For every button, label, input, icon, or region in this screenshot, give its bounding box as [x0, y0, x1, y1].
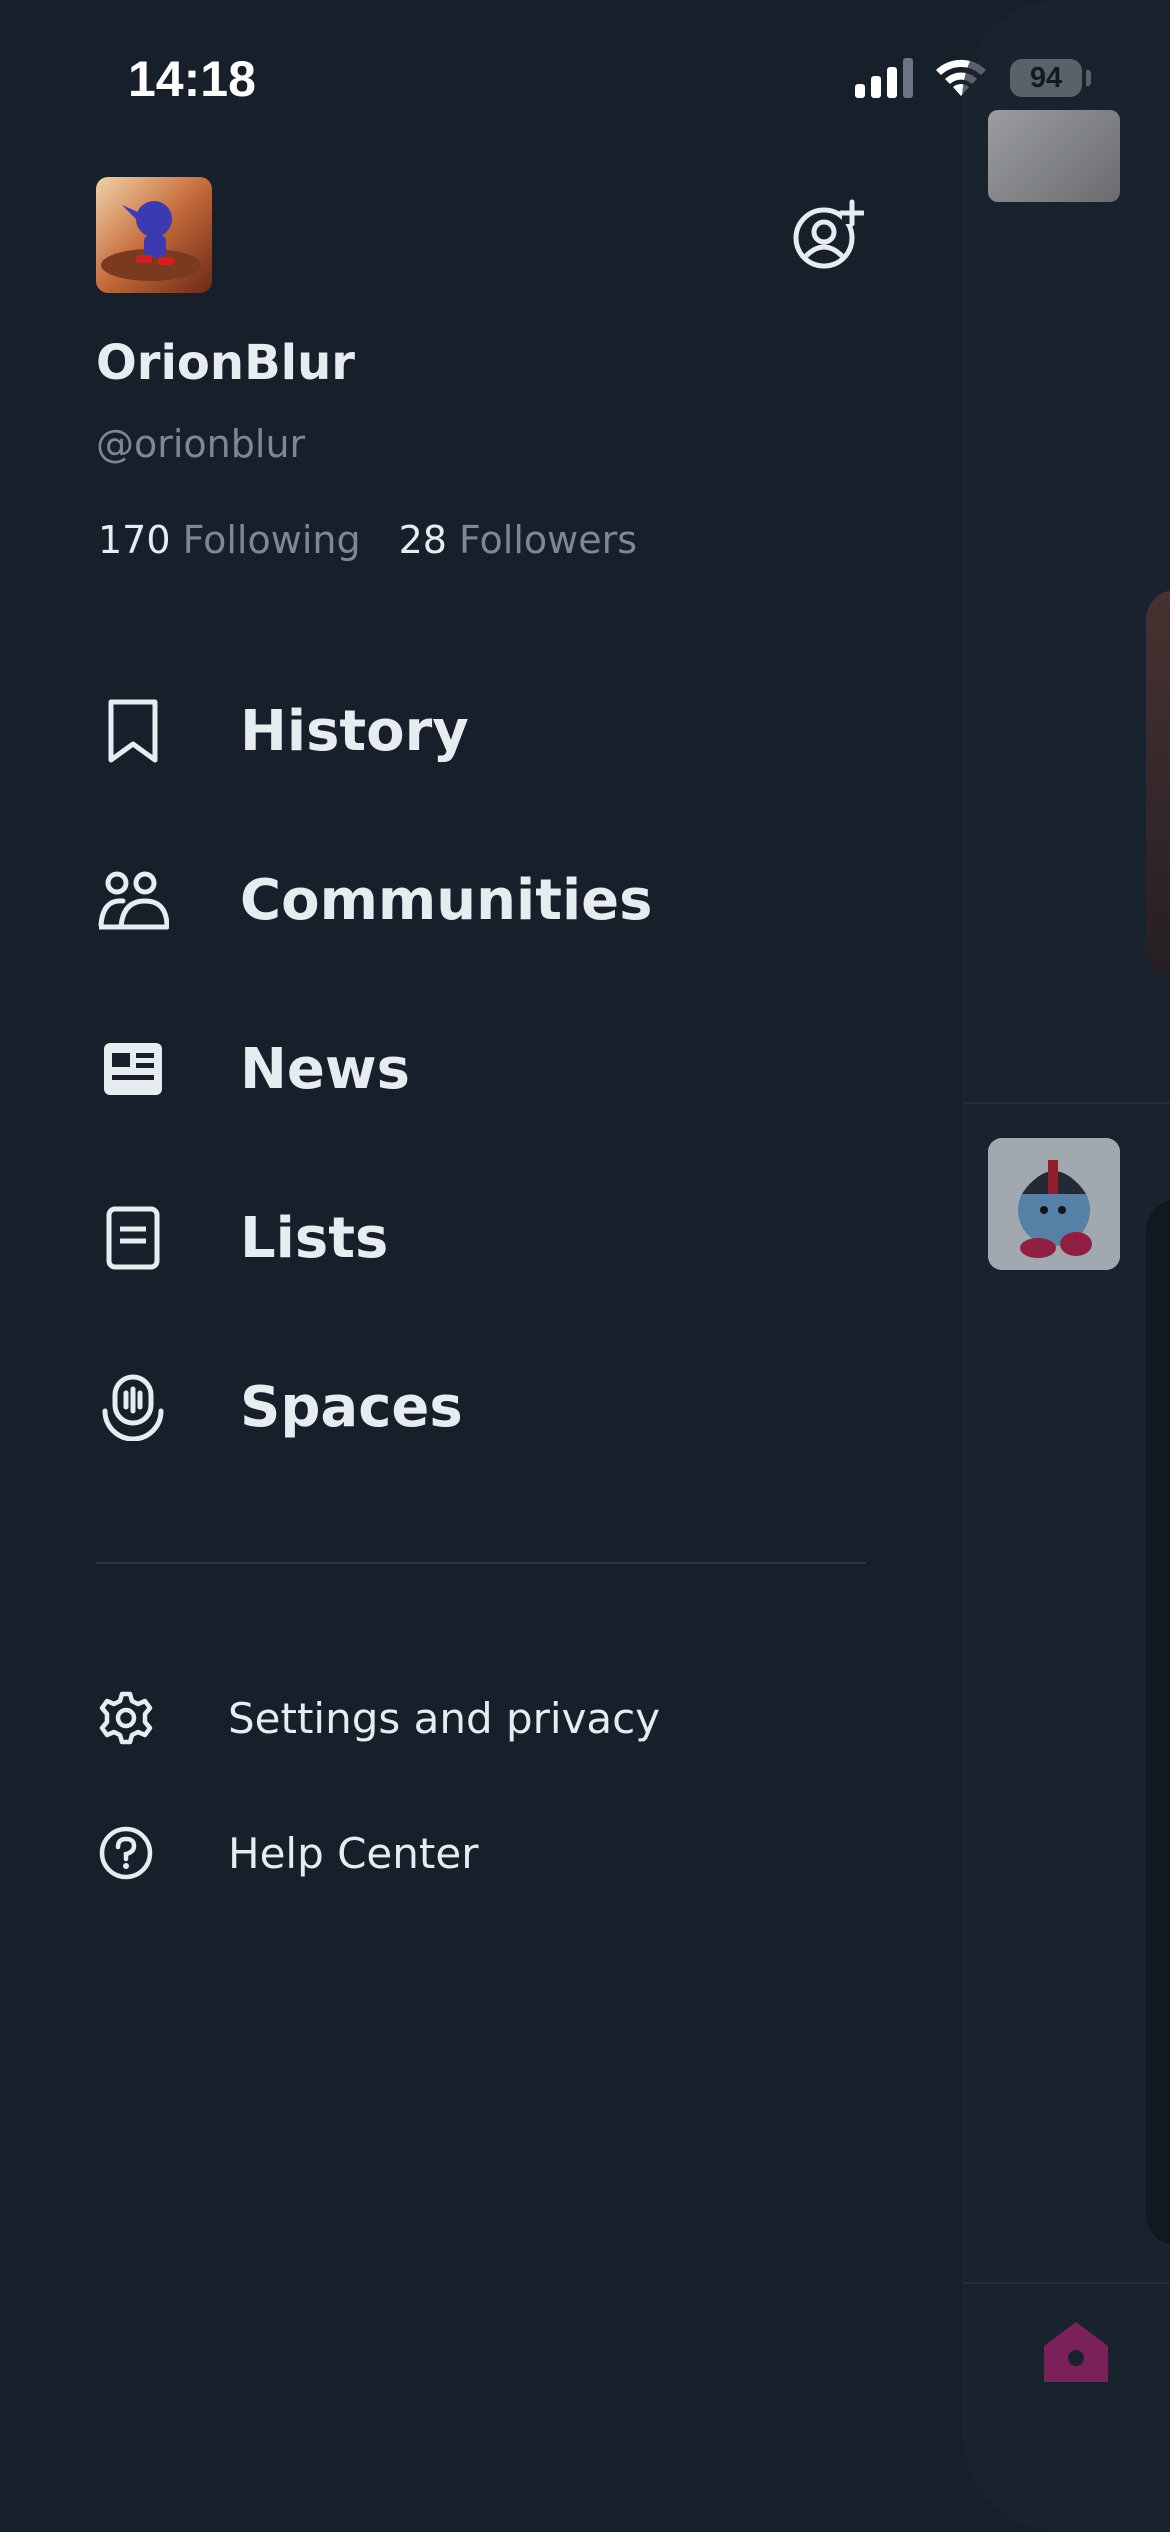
following-count: 170: [98, 518, 171, 562]
tab-bar-divider: [962, 2282, 1170, 2284]
nav-item-lists[interactable]: Lists: [96, 1193, 896, 1283]
post-media: [1146, 590, 1170, 980]
followers-label: Followers: [459, 518, 638, 562]
display-name[interactable]: OrionBlur: [96, 335, 355, 391]
post-avatar: [988, 1138, 1120, 1270]
side-drawer-screen: 14:18 94: [0, 0, 1170, 2532]
nav-item-spaces[interactable]: Spaces: [96, 1362, 896, 1452]
nav-item-history[interactable]: History: [96, 686, 896, 776]
drawer-divider: [96, 1562, 866, 1564]
following-label: Following: [182, 518, 361, 562]
avatar[interactable]: [96, 177, 212, 293]
following-link[interactable]: 170 Following: [98, 518, 361, 562]
avatar-image: [96, 177, 212, 293]
nav-item-label: Communities: [240, 867, 653, 933]
settings-and-privacy-item[interactable]: Settings and privacy: [96, 1683, 896, 1753]
communities-icon: [96, 863, 170, 937]
cellular-signal-icon: [855, 58, 913, 98]
nav-item-label: Lists: [240, 1205, 389, 1271]
nav-item-label: Spaces: [240, 1374, 463, 1440]
post-media: [1146, 1200, 1170, 2245]
post-divider: [962, 1102, 1170, 1104]
help-center-item[interactable]: Help Center: [96, 1818, 896, 1888]
news-icon: [96, 1032, 170, 1106]
bookmark-icon: [96, 694, 170, 768]
help-icon: [96, 1823, 156, 1883]
settings-label: Settings and privacy: [228, 1693, 661, 1743]
followers-count: 28: [398, 518, 447, 562]
nav-item-label: News: [240, 1036, 410, 1102]
add-account-button[interactable]: [790, 198, 864, 272]
nav-item-label: History: [240, 698, 469, 764]
nav-item-news[interactable]: News: [96, 1024, 896, 1114]
lists-icon: [96, 1201, 170, 1275]
timeline-peek[interactable]: [962, 0, 1170, 2532]
follow-stats: 170 Following 28 Followers: [98, 518, 637, 562]
nav-item-communities[interactable]: Communities: [96, 855, 896, 945]
help-center-label: Help Center: [228, 1828, 479, 1878]
followers-link[interactable]: 28 Followers: [399, 518, 637, 562]
home-icon[interactable]: [1042, 2320, 1110, 2384]
spaces-icon: [96, 1370, 170, 1444]
post-avatar: [988, 110, 1120, 202]
status-time: 14:18: [128, 51, 256, 107]
user-handle: @orionblur: [96, 422, 306, 466]
gear-icon: [96, 1688, 156, 1748]
